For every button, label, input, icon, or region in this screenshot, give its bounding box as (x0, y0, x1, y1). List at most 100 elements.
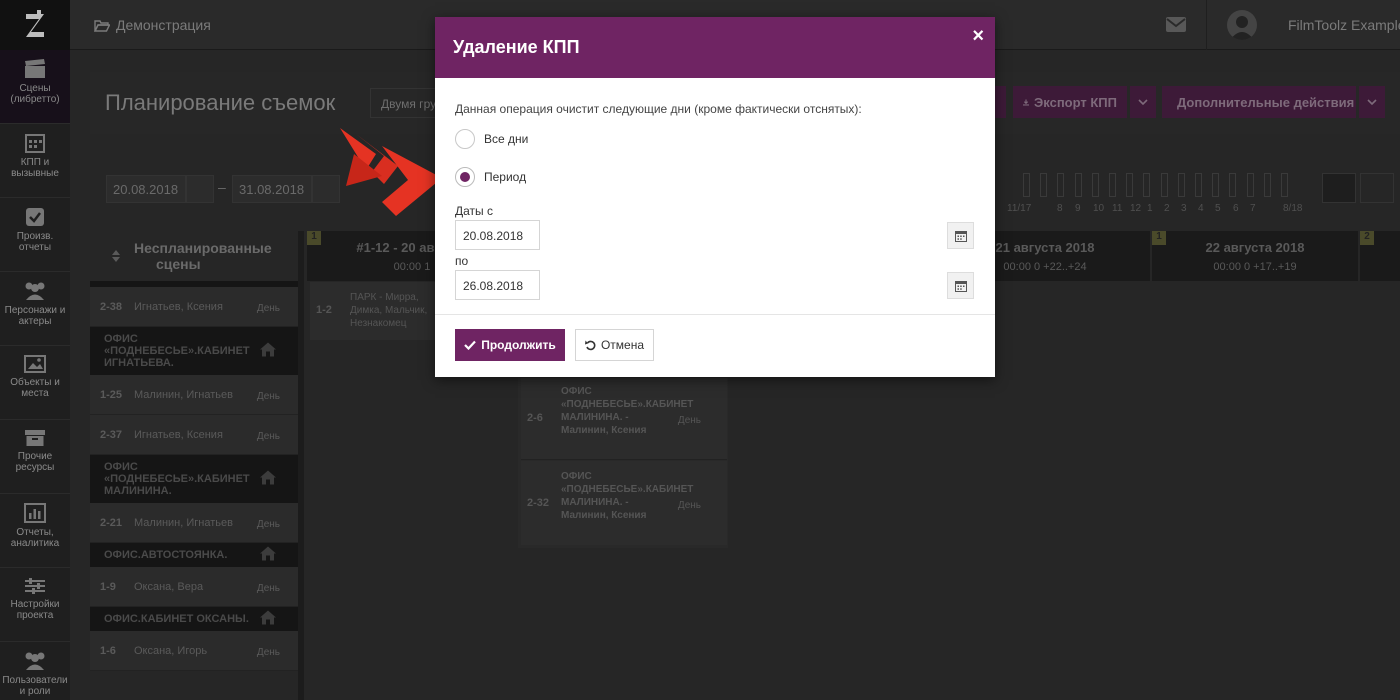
sidebar: Сцены (либретто) КПП и вызывные Произв. … (0, 0, 70, 700)
unplanned-scrollbar[interactable] (298, 231, 304, 700)
user-name[interactable]: FilmToolz Example (1288, 17, 1400, 33)
scene-row[interactable]: 1-9 Оксана, Вера День (90, 567, 298, 607)
mini-day-bar[interactable] (1195, 173, 1202, 197)
calendar-icon[interactable] (947, 272, 974, 299)
app-logo[interactable] (0, 0, 70, 50)
mini-day-bar[interactable] (1091, 173, 1099, 197)
mini-day-label: 11/17 (1007, 203, 1032, 214)
sidebar-item-scenes[interactable]: Сцены (либретто) (0, 50, 70, 124)
delete-kpp-dialog: Удаление КПП × Данная операция очистит с… (435, 17, 995, 377)
mini-day-bar[interactable] (1212, 173, 1220, 197)
scheduled-scene-card[interactable]: 1-2 ПАРК - Мирра, Димка, Мальчик, Незнак… (310, 282, 438, 340)
chevron-down-icon (1138, 99, 1148, 105)
topbar-divider (1206, 0, 1207, 50)
mini-day-bar[interactable] (1229, 173, 1237, 197)
mini-day-bar[interactable] (1109, 173, 1116, 197)
scene-characters: Игнатьев, Ксения (134, 300, 223, 313)
dialog-description: Данная операция очистит следующие дни (к… (455, 102, 862, 116)
page-title: Планирование съемок (105, 90, 336, 115)
mini-day-label: 5 (1215, 203, 1221, 214)
filter-date-to[interactable]: 31.08.2018 (232, 175, 312, 203)
clapperboard-icon (25, 59, 45, 78)
home-icon (260, 610, 276, 628)
mail-icon[interactable] (1166, 17, 1186, 35)
time-of-day: День (677, 415, 701, 426)
sidebar-item-characters[interactable]: Персонажи и актеры (0, 272, 70, 346)
export-kpp-label: Экспорт КПП (1034, 94, 1117, 110)
filter-date-from[interactable]: 20.08.2018 (106, 175, 186, 203)
sidebar-item-locations[interactable]: Объекты и места (0, 346, 70, 420)
calendar-icon[interactable] (186, 175, 214, 203)
scene-row[interactable]: 1-25 Малинин, Игнатьев День (90, 375, 298, 415)
date-range-dash: – (218, 179, 226, 195)
location-group-header[interactable]: ОФИС «ПОДНЕБЕСЬЕ».КАБИНЕТ МАЛИНИНА. (90, 455, 298, 503)
unplanned-header[interactable]: Неспланированные сцены (90, 231, 298, 281)
sidebar-item-settings[interactable]: Настройки проекта (0, 568, 70, 642)
cancel-button[interactable]: Отмена (575, 329, 654, 361)
mini-day-bar[interactable] (1040, 173, 1048, 197)
people-icon (25, 282, 45, 300)
breadcrumb-label: Демонстрация (116, 17, 211, 33)
sidebar-item-analytics[interactable]: Отчеты, аналитика (0, 494, 70, 568)
mini-day-bar[interactable] (1074, 173, 1082, 197)
scene-row[interactable]: 1-6 Оксана, Игорь День (90, 631, 298, 671)
mini-day-bar[interactable] (1281, 173, 1288, 197)
date-from-input[interactable]: 20.08.2018 (455, 220, 540, 250)
scene-number: 1-6 (100, 644, 116, 657)
mini-day-bar[interactable] (1246, 173, 1254, 197)
date-to-input[interactable]: 26.08.2018 (455, 270, 540, 300)
checkmark-icon (464, 340, 477, 350)
mini-day-label: 7 (1250, 203, 1256, 214)
mini-day-bar[interactable] (1023, 173, 1030, 197)
calendar-icon[interactable] (312, 175, 340, 203)
avatar[interactable] (1227, 10, 1257, 40)
continue-label: Продолжить (481, 338, 556, 352)
scene-row[interactable]: 2-21 Малинин, Игнатьев День (90, 503, 298, 543)
close-icon[interactable]: × (972, 25, 984, 48)
sidebar-item-kpp[interactable]: КПП и вызывные (0, 124, 70, 198)
bar-chart-icon (24, 503, 46, 523)
radio-period[interactable]: Период (455, 167, 526, 187)
radio-button[interactable] (455, 129, 475, 149)
scene-text: ПАРК - Мирра, Димка, Мальчик, Незнакомец (350, 292, 428, 329)
day-column-header[interactable]: 1 22 августа 2018 00:00 0 +17..+19 (1152, 231, 1358, 281)
mini-day-label: 4 (1198, 203, 1204, 214)
scene-number: 2-32 (527, 497, 550, 509)
scene-row[interactable]: 2-37 Игнатьев, Ксения День (90, 415, 298, 455)
sidebar-item-reports[interactable]: Произв. отчеты (0, 198, 70, 272)
export-dropdown-button[interactable] (1130, 86, 1156, 118)
mini-day-bar[interactable] (1126, 173, 1134, 197)
location-group-header[interactable]: ОФИС.АВТОСТОЯНКА. (90, 543, 298, 567)
location-name: ОФИС.КАБИНЕТ ОКСАНЫ. (104, 613, 249, 625)
breadcrumb[interactable]: Демонстрация (94, 17, 211, 33)
more-actions-dropdown[interactable] (1359, 86, 1385, 118)
mini-day-bar[interactable] (1057, 173, 1065, 197)
continue-button[interactable]: Продолжить (455, 329, 565, 361)
radio-all-days[interactable]: Все дни (455, 129, 528, 149)
mini-day-label: 6 (1233, 203, 1239, 214)
time-of-day: День (256, 431, 280, 442)
more-actions-button[interactable]: Дополнительные действия (1162, 86, 1356, 118)
mini-day-bar[interactable] (1263, 173, 1271, 197)
copy-view-button[interactable] (1360, 173, 1394, 203)
mini-day-bar[interactable] (1177, 173, 1185, 197)
sidebar-item-resources[interactable]: Прочие ресурсы (0, 420, 70, 494)
mini-day-bar[interactable] (1143, 173, 1151, 197)
calendar-icon[interactable] (947, 222, 974, 249)
scheduled-scene-card[interactable]: 2-6 ОФИС «ПОДНЕБЕСЬЕ».КАБИНЕТ МАЛИНИНА. … (521, 378, 727, 460)
list-view-button[interactable] (1322, 173, 1356, 203)
radio-button-selected[interactable] (455, 167, 475, 187)
time-of-day: День (677, 500, 701, 511)
mini-day-timeline[interactable]: 11/17 8 9 10 11 12 1 2 3 4 5 6 7 8/18 (1007, 167, 1303, 215)
sidebar-item-users[interactable]: Пользователи и роли (0, 642, 70, 700)
location-group-header[interactable]: ОФИС «ПОДНЕБЕСЬЕ».КАБИНЕТ ИГНАТЬЕВА. (90, 327, 298, 375)
mini-day-bar[interactable] (1160, 173, 1168, 197)
mini-day-label: 1 (1147, 203, 1153, 214)
scene-row[interactable]: 2-38 Игнатьев, Ксения День (90, 287, 298, 327)
day-column-header[interactable]: 2 (1360, 231, 1400, 281)
scheduled-scene-card[interactable]: 2-32 ОФИС «ПОДНЕБЕСЬЕ».КАБИНЕТ МАЛИНИНА.… (521, 461, 727, 545)
mini-day-label: 8/18 (1283, 203, 1303, 214)
export-kpp-button[interactable]: Экспорт КПП (1013, 86, 1127, 118)
to-label: по (455, 254, 469, 268)
location-group-header[interactable]: ОФИС.КАБИНЕТ ОКСАНЫ. (90, 607, 298, 631)
